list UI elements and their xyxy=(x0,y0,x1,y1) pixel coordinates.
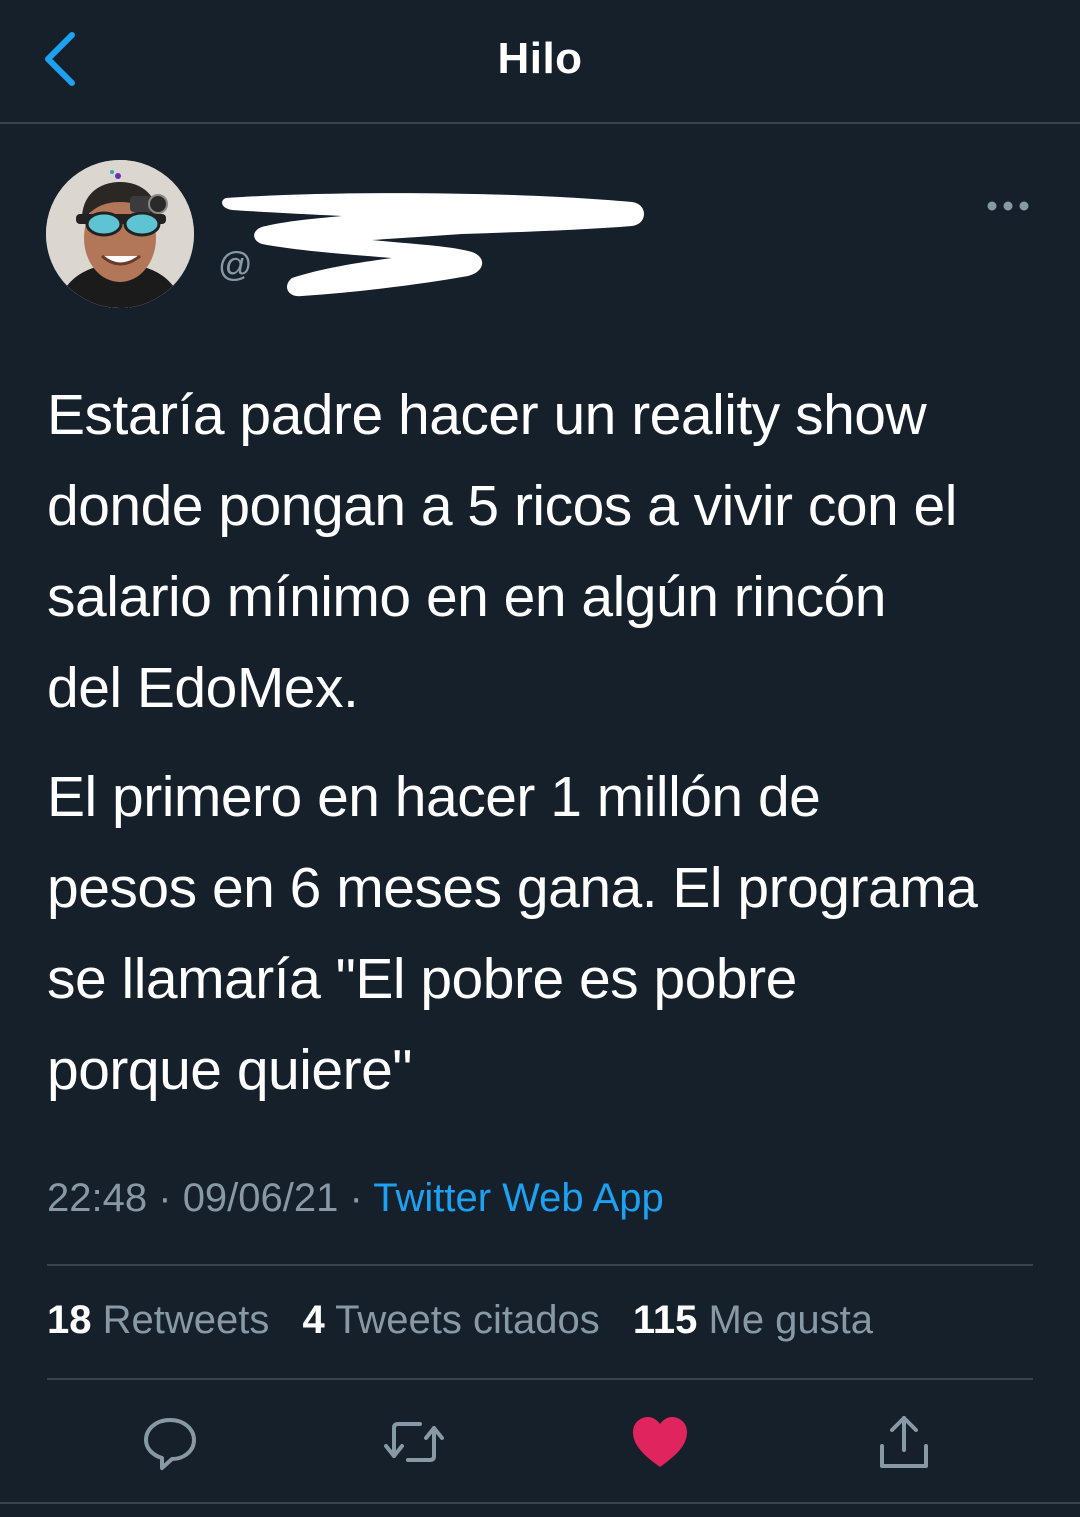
share-icon xyxy=(874,1412,934,1477)
like-button[interactable] xyxy=(628,1412,692,1476)
tweet-source-link[interactable]: Twitter Web App xyxy=(373,1176,664,1220)
redacted-username xyxy=(222,193,644,297)
page-title: Hilo xyxy=(497,34,583,83)
divider xyxy=(47,1378,1033,1380)
thread-screen: Hilo @ Estaría padre hacer un reality sh… xyxy=(0,0,1080,1517)
tweet-meta: 22:48 · 09/06/21 · Twitter Web App xyxy=(47,1176,664,1221)
avatar-image xyxy=(46,160,194,308)
tweet-date[interactable]: 09/06/21 xyxy=(183,1176,339,1220)
divider xyxy=(47,1264,1033,1266)
tweet-paragraph: El primero en hacer 1 millón de pesos en… xyxy=(47,765,978,1102)
heart-filled-icon xyxy=(631,1415,689,1474)
divider xyxy=(0,1502,1080,1504)
more-options-button[interactable] xyxy=(984,190,1032,226)
quotes-stat[interactable]: 4 Tweets citados xyxy=(303,1298,600,1342)
top-bar: Hilo xyxy=(0,0,1080,124)
avatar[interactable] xyxy=(46,160,194,308)
retweet-button[interactable] xyxy=(382,1412,446,1476)
tweet-text: Estaría padre hacer un reality show dond… xyxy=(47,370,1047,1116)
likes-stat[interactable]: 115 Me gusta xyxy=(633,1298,873,1342)
tweet-time[interactable]: 22:48 xyxy=(47,1176,147,1220)
retweets-stat[interactable]: 18 Retweets xyxy=(47,1298,269,1342)
retweets-label: Retweets xyxy=(102,1298,270,1342)
quotes-label: Tweets citados xyxy=(335,1298,600,1342)
share-button[interactable] xyxy=(872,1412,936,1476)
retweet-icon xyxy=(382,1412,446,1477)
tweet-stats: 18 Retweets 4 Tweets citados 115 Me gust… xyxy=(47,1298,895,1343)
meta-separator: · xyxy=(158,1176,172,1220)
likes-count: 115 xyxy=(632,1298,698,1342)
meta-separator: · xyxy=(349,1176,363,1220)
quotes-count: 4 xyxy=(302,1298,325,1342)
author-handle[interactable]: @ xyxy=(218,246,253,285)
tweet-paragraph: Estaría padre hacer un reality show dond… xyxy=(47,383,957,720)
more-horizontal-icon xyxy=(986,199,1030,217)
retweets-count: 18 xyxy=(47,1298,92,1342)
reply-button[interactable] xyxy=(138,1412,202,1476)
reply-icon xyxy=(140,1412,200,1477)
likes-label: Me gusta xyxy=(708,1298,874,1342)
